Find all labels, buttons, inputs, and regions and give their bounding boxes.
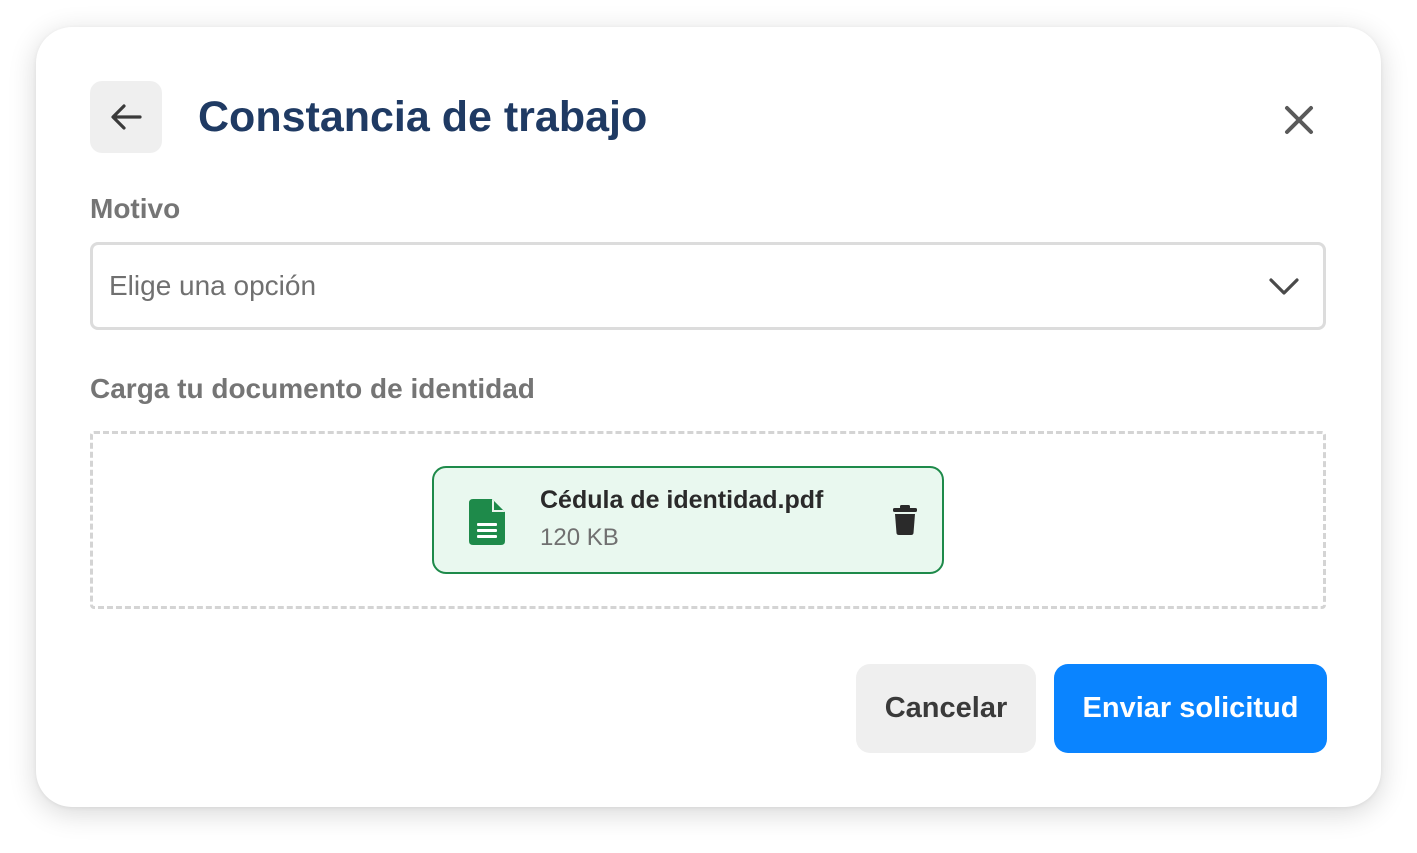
close-button[interactable]: [1276, 97, 1322, 143]
trash-icon[interactable]: [892, 504, 918, 536]
submit-button[interactable]: Enviar solicitud: [1054, 664, 1327, 753]
motivo-select[interactable]: Elige una opción: [90, 242, 1326, 330]
document-icon: [469, 499, 505, 545]
close-icon: [1285, 106, 1313, 134]
chevron-down-icon: [1269, 278, 1299, 295]
motivo-label: Motivo: [90, 193, 181, 224]
arrow-left-icon: [111, 104, 142, 130]
back-button[interactable]: [90, 81, 162, 153]
file-size: 120 KB: [540, 524, 619, 551]
cancel-button[interactable]: Cancelar: [856, 664, 1036, 753]
modal-title: Constancia de trabajo: [198, 93, 648, 141]
file-name: Cédula de identidad.pdf: [540, 486, 824, 514]
upload-label: Carga tu documento de identidad: [90, 373, 535, 404]
motivo-select-placeholder: Elige una opción: [109, 270, 317, 301]
modal-dialog: Constancia de trabajo Motivo Elige una o…: [36, 27, 1381, 807]
uploaded-file-card: Cédula de identidad.pdf 120 KB: [432, 466, 944, 574]
